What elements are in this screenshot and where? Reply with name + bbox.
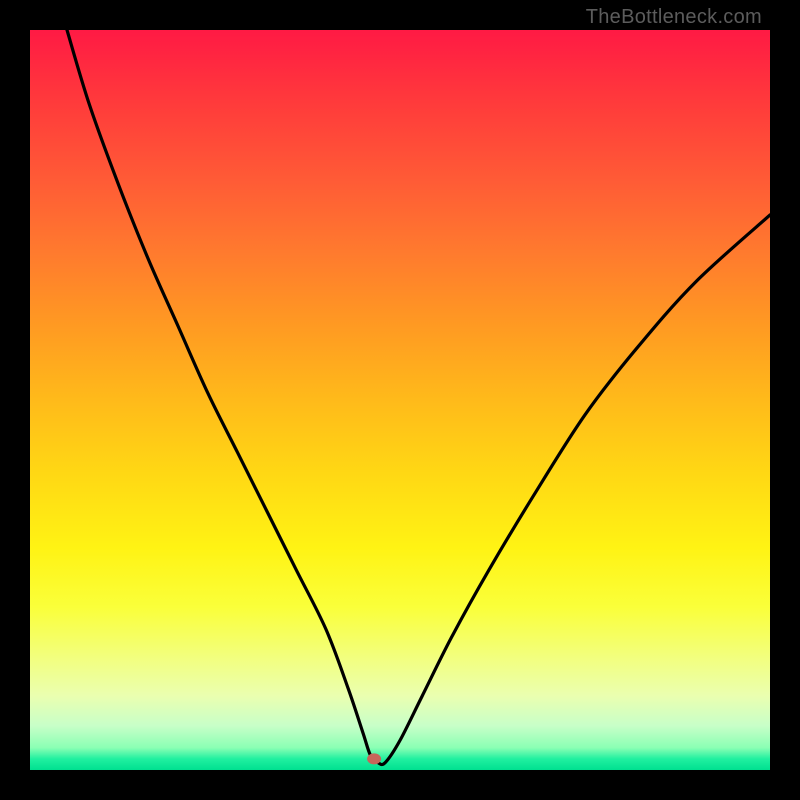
- plot-area: [30, 30, 770, 770]
- watermark-text: TheBottleneck.com: [586, 6, 762, 29]
- bottleneck-curve: [67, 30, 770, 765]
- chart-frame: TheBottleneck.com: [0, 0, 800, 800]
- notch-marker: [367, 753, 381, 764]
- curve-svg: [30, 30, 770, 770]
